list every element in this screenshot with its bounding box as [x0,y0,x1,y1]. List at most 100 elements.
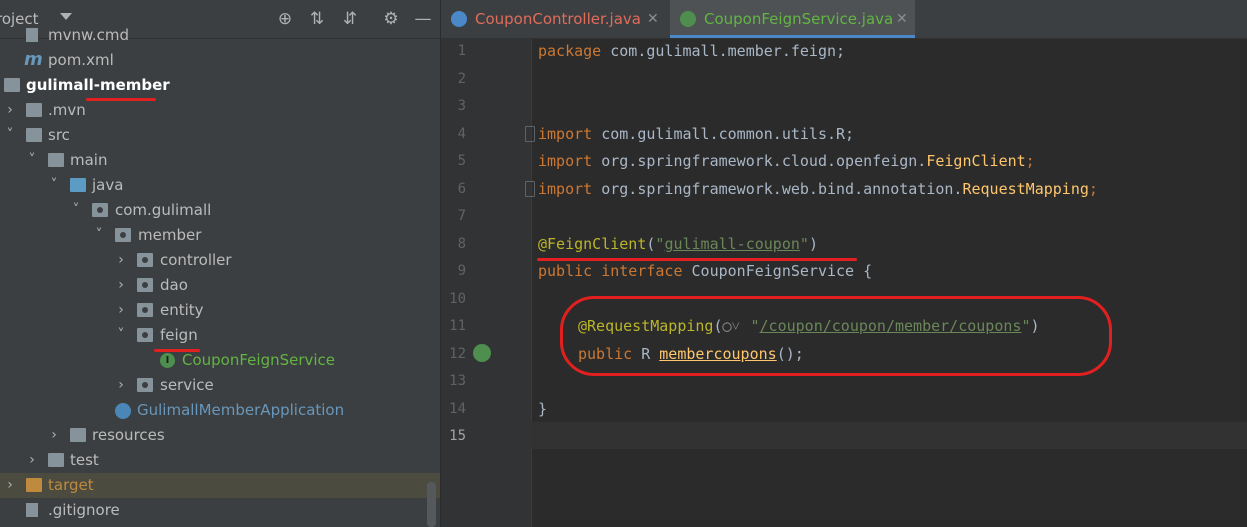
tree-item[interactable]: ˅ java [0,173,440,198]
implemented-gutter-icon[interactable] [473,344,491,362]
tab-coupon-controller[interactable]: CouponController.java ✕ [441,0,670,38]
code-line-6: import org.springframework.web.bind.anno… [538,180,1098,198]
tree-item[interactable]: ˅ member [0,223,440,248]
tree-item[interactable]: ˅ com.gulimall [0,198,440,223]
project-tree-scrollbar[interactable] [427,482,436,527]
tree-item-label: com.gulimall [115,201,212,219]
fold-marker-icon[interactable] [525,126,535,142]
chevron-right-icon[interactable]: › [4,473,16,498]
package-icon [137,378,153,392]
tree-item-label: src [48,126,70,144]
tree-item[interactable]: › dao [0,273,440,298]
chevron-down-icon[interactable]: ˅ [26,148,38,173]
chevron-down-icon[interactable] [60,13,72,20]
tree-item-label: .gitignore [48,501,120,519]
line-number: 9 [457,263,466,279]
tree-item-label: gulimall-member [26,76,170,94]
line-number: 1 [457,43,466,59]
line-number: 12 [449,345,466,362]
tree-item[interactable]: › target [0,473,440,498]
tree-item-label: .mvn [48,101,86,119]
code-line-5: import org.springframework.cloud.openfei… [538,152,1035,170]
close-icon[interactable]: ✕ [896,0,908,38]
folder-icon [70,428,86,442]
chevron-right-icon[interactable]: › [115,298,127,323]
tree-item[interactable]: › .mvn [0,98,440,123]
red-underline-module [86,98,156,101]
chevron-right-icon[interactable]: › [115,248,127,273]
tree-item[interactable]: › service [0,373,440,398]
tree-item[interactable]: .gitignore [0,498,440,523]
chevron-down-icon[interactable]: ˅ [48,173,60,198]
package-icon [137,278,153,292]
package-icon [137,328,153,342]
tree-item[interactable]: mvnw.cmd [0,23,440,48]
tree-item-label: CouponFeignService [182,351,336,369]
tree-item[interactable]: › resources [0,423,440,448]
package-icon [137,303,153,317]
tree-item[interactable]: gulimall-member [0,73,440,98]
tree-item[interactable]: ˅ feign [0,323,440,348]
red-circle-annotation [560,296,1112,376]
line-number: 7 [457,208,466,224]
tree-item-label: resources [92,426,165,444]
chevron-down-icon[interactable]: ˅ [70,198,82,223]
interface-icon [160,353,175,368]
tree-item[interactable]: GulimallMemberApplication [0,398,440,423]
line-number: 4 [457,125,466,142]
line-number: 14 [449,400,466,417]
tree-item-label: entity [160,301,204,319]
red-underline-feignclient [537,258,857,261]
tree-item-label: member [138,226,202,244]
chevron-right-icon[interactable]: › [4,98,16,123]
fold-marker-icon[interactable] [525,181,535,197]
red-underline-feign [154,349,200,352]
tree-item[interactable]: › controller [0,248,440,273]
tree-item[interactable]: › test [0,448,440,473]
java-class-icon [451,11,467,27]
package-icon [137,253,153,267]
line-number: 2 [457,70,466,87]
line-number: 6 [457,180,466,197]
chevron-down-icon[interactable]: ˅ [115,323,127,348]
tree-item-label: GulimallMemberApplication [137,401,345,419]
chevron-right-icon[interactable]: › [48,423,60,448]
tree-item[interactable]: m pom.xml [0,48,440,73]
package-icon [92,203,108,217]
close-icon[interactable]: ✕ [647,0,659,38]
chevron-down-icon[interactable]: ˅ [93,223,105,248]
tree-item-label: dao [160,276,188,294]
code-line-8: @FeignClient("gulimall-coupon") [538,235,818,253]
line-number: 11 [449,318,466,334]
line-number: 13 [449,373,466,389]
chevron-right-icon[interactable]: › [115,273,127,298]
current-line-highlight [531,422,1247,449]
tree-item[interactable]: ˅ main [0,148,440,173]
editor-tabs: CouponController.java ✕ CouponFeignServi… [441,0,1247,39]
chevron-down-icon[interactable]: ˅ [4,123,16,148]
tree-item-label: service [160,376,214,394]
folder-icon [26,128,42,142]
line-number: 10 [449,290,466,307]
folder-icon [48,453,64,467]
tree-item-label: mvnw.cmd [48,26,130,44]
chevron-right-icon[interactable]: › [26,448,38,473]
file-icon [26,503,38,517]
line-number: 8 [457,235,466,252]
chevron-right-icon[interactable]: › [115,373,127,398]
tab-label: CouponController.java [475,10,641,28]
folder-icon [48,153,64,167]
tree-item-label: main [70,151,108,169]
excluded-folder-icon [26,478,42,492]
project-panel: roject ⊕ ⇅ ⇵ ⚙ — mvnw.cmd m pom.xml gulimal… [0,0,440,527]
line-number: 5 [457,153,466,169]
folder-icon [26,103,42,117]
line-number: 15 [449,428,466,444]
line-number: 3 [457,98,466,114]
tree-item[interactable]: ˅ src [0,123,440,148]
tree-item-label: pom.xml [48,51,114,69]
tree-item[interactable]: › entity [0,298,440,323]
tab-coupon-feign-service[interactable]: CouponFeignService.java ✕ [670,0,915,38]
tree-item[interactable]: CouponFeignService [0,348,440,373]
tree-item-label: java [92,176,124,194]
